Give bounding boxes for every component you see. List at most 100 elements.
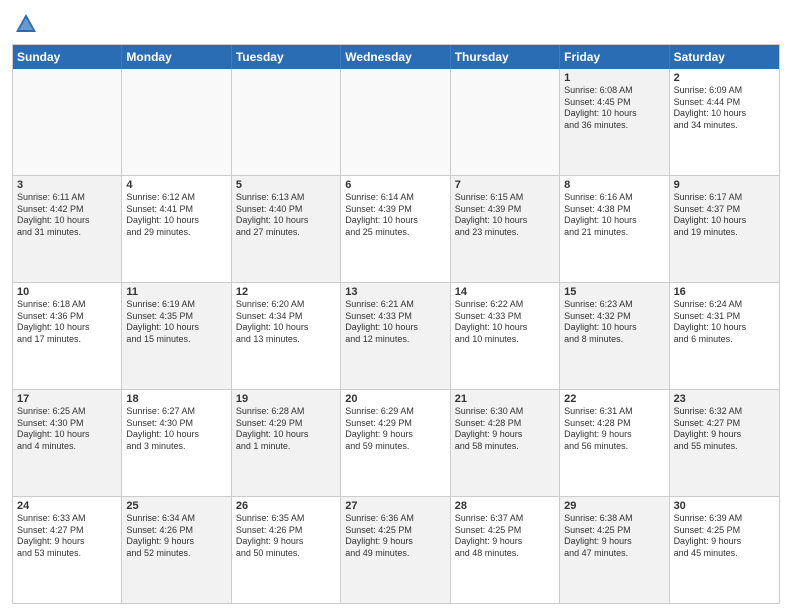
day-number: 30 — [674, 500, 775, 512]
calendar-header-cell: Friday — [560, 45, 669, 69]
day-info: Sunrise: 6:20 AM Sunset: 4:34 PM Dayligh… — [236, 299, 336, 346]
day-info: Sunrise: 6:36 AM Sunset: 4:25 PM Dayligh… — [345, 513, 445, 560]
calendar-header-cell: Tuesday — [232, 45, 341, 69]
calendar-cell: 17Sunrise: 6:25 AM Sunset: 4:30 PM Dayli… — [13, 390, 122, 496]
calendar-header-cell: Thursday — [451, 45, 560, 69]
day-info: Sunrise: 6:30 AM Sunset: 4:28 PM Dayligh… — [455, 406, 555, 453]
calendar-row: 17Sunrise: 6:25 AM Sunset: 4:30 PM Dayli… — [13, 389, 779, 496]
calendar-body: 1Sunrise: 6:08 AM Sunset: 4:45 PM Daylig… — [13, 69, 779, 603]
day-info: Sunrise: 6:16 AM Sunset: 4:38 PM Dayligh… — [564, 192, 664, 239]
day-info: Sunrise: 6:18 AM Sunset: 4:36 PM Dayligh… — [17, 299, 117, 346]
day-info: Sunrise: 6:39 AM Sunset: 4:25 PM Dayligh… — [674, 513, 775, 560]
calendar-cell — [13, 69, 122, 175]
calendar-cell: 13Sunrise: 6:21 AM Sunset: 4:33 PM Dayli… — [341, 283, 450, 389]
day-number: 3 — [17, 179, 117, 191]
day-number: 21 — [455, 393, 555, 405]
calendar-cell: 20Sunrise: 6:29 AM Sunset: 4:29 PM Dayli… — [341, 390, 450, 496]
day-info: Sunrise: 6:19 AM Sunset: 4:35 PM Dayligh… — [126, 299, 226, 346]
calendar: SundayMondayTuesdayWednesdayThursdayFrid… — [12, 44, 780, 604]
day-info: Sunrise: 6:08 AM Sunset: 4:45 PM Dayligh… — [564, 85, 664, 132]
calendar-cell: 25Sunrise: 6:34 AM Sunset: 4:26 PM Dayli… — [122, 497, 231, 603]
calendar-cell: 19Sunrise: 6:28 AM Sunset: 4:29 PM Dayli… — [232, 390, 341, 496]
calendar-row: 24Sunrise: 6:33 AM Sunset: 4:27 PM Dayli… — [13, 496, 779, 603]
day-info: Sunrise: 6:24 AM Sunset: 4:31 PM Dayligh… — [674, 299, 775, 346]
calendar-cell — [451, 69, 560, 175]
day-number: 26 — [236, 500, 336, 512]
day-info: Sunrise: 6:33 AM Sunset: 4:27 PM Dayligh… — [17, 513, 117, 560]
day-number: 2 — [674, 72, 775, 84]
day-number: 27 — [345, 500, 445, 512]
day-number: 8 — [564, 179, 664, 191]
calendar-cell: 11Sunrise: 6:19 AM Sunset: 4:35 PM Dayli… — [122, 283, 231, 389]
day-info: Sunrise: 6:22 AM Sunset: 4:33 PM Dayligh… — [455, 299, 555, 346]
day-number: 13 — [345, 286, 445, 298]
day-number: 14 — [455, 286, 555, 298]
day-info: Sunrise: 6:27 AM Sunset: 4:30 PM Dayligh… — [126, 406, 226, 453]
calendar-cell: 9Sunrise: 6:17 AM Sunset: 4:37 PM Daylig… — [670, 176, 779, 282]
day-info: Sunrise: 6:09 AM Sunset: 4:44 PM Dayligh… — [674, 85, 775, 132]
calendar-cell — [341, 69, 450, 175]
calendar-header: SundayMondayTuesdayWednesdayThursdayFrid… — [13, 45, 779, 69]
day-number: 7 — [455, 179, 555, 191]
calendar-cell: 23Sunrise: 6:32 AM Sunset: 4:27 PM Dayli… — [670, 390, 779, 496]
day-number: 20 — [345, 393, 445, 405]
calendar-header-cell: Wednesday — [341, 45, 450, 69]
calendar-cell: 1Sunrise: 6:08 AM Sunset: 4:45 PM Daylig… — [560, 69, 669, 175]
calendar-cell: 10Sunrise: 6:18 AM Sunset: 4:36 PM Dayli… — [13, 283, 122, 389]
page: SundayMondayTuesdayWednesdayThursdayFrid… — [0, 0, 792, 612]
calendar-cell: 7Sunrise: 6:15 AM Sunset: 4:39 PM Daylig… — [451, 176, 560, 282]
calendar-cell: 16Sunrise: 6:24 AM Sunset: 4:31 PM Dayli… — [670, 283, 779, 389]
logo-icon — [12, 10, 40, 38]
day-info: Sunrise: 6:32 AM Sunset: 4:27 PM Dayligh… — [674, 406, 775, 453]
calendar-cell: 21Sunrise: 6:30 AM Sunset: 4:28 PM Dayli… — [451, 390, 560, 496]
calendar-cell: 2Sunrise: 6:09 AM Sunset: 4:44 PM Daylig… — [670, 69, 779, 175]
day-info: Sunrise: 6:15 AM Sunset: 4:39 PM Dayligh… — [455, 192, 555, 239]
calendar-cell — [122, 69, 231, 175]
calendar-cell: 15Sunrise: 6:23 AM Sunset: 4:32 PM Dayli… — [560, 283, 669, 389]
calendar-cell: 24Sunrise: 6:33 AM Sunset: 4:27 PM Dayli… — [13, 497, 122, 603]
calendar-cell: 28Sunrise: 6:37 AM Sunset: 4:25 PM Dayli… — [451, 497, 560, 603]
day-number: 1 — [564, 72, 664, 84]
calendar-cell: 4Sunrise: 6:12 AM Sunset: 4:41 PM Daylig… — [122, 176, 231, 282]
day-number: 28 — [455, 500, 555, 512]
day-number: 15 — [564, 286, 664, 298]
day-info: Sunrise: 6:23 AM Sunset: 4:32 PM Dayligh… — [564, 299, 664, 346]
day-number: 25 — [126, 500, 226, 512]
day-info: Sunrise: 6:17 AM Sunset: 4:37 PM Dayligh… — [674, 192, 775, 239]
day-number: 16 — [674, 286, 775, 298]
calendar-cell: 29Sunrise: 6:38 AM Sunset: 4:25 PM Dayli… — [560, 497, 669, 603]
calendar-cell: 12Sunrise: 6:20 AM Sunset: 4:34 PM Dayli… — [232, 283, 341, 389]
day-number: 29 — [564, 500, 664, 512]
calendar-cell: 18Sunrise: 6:27 AM Sunset: 4:30 PM Dayli… — [122, 390, 231, 496]
day-number: 19 — [236, 393, 336, 405]
calendar-cell: 30Sunrise: 6:39 AM Sunset: 4:25 PM Dayli… — [670, 497, 779, 603]
calendar-cell — [232, 69, 341, 175]
day-number: 11 — [126, 286, 226, 298]
calendar-row: 3Sunrise: 6:11 AM Sunset: 4:42 PM Daylig… — [13, 175, 779, 282]
day-number: 12 — [236, 286, 336, 298]
day-number: 10 — [17, 286, 117, 298]
calendar-row: 10Sunrise: 6:18 AM Sunset: 4:36 PM Dayli… — [13, 282, 779, 389]
calendar-cell: 26Sunrise: 6:35 AM Sunset: 4:26 PM Dayli… — [232, 497, 341, 603]
day-info: Sunrise: 6:29 AM Sunset: 4:29 PM Dayligh… — [345, 406, 445, 453]
calendar-cell: 22Sunrise: 6:31 AM Sunset: 4:28 PM Dayli… — [560, 390, 669, 496]
day-info: Sunrise: 6:14 AM Sunset: 4:39 PM Dayligh… — [345, 192, 445, 239]
calendar-cell: 3Sunrise: 6:11 AM Sunset: 4:42 PM Daylig… — [13, 176, 122, 282]
calendar-header-cell: Monday — [122, 45, 231, 69]
day-info: Sunrise: 6:12 AM Sunset: 4:41 PM Dayligh… — [126, 192, 226, 239]
day-info: Sunrise: 6:31 AM Sunset: 4:28 PM Dayligh… — [564, 406, 664, 453]
day-info: Sunrise: 6:34 AM Sunset: 4:26 PM Dayligh… — [126, 513, 226, 560]
day-number: 17 — [17, 393, 117, 405]
day-number: 9 — [674, 179, 775, 191]
calendar-header-cell: Sunday — [13, 45, 122, 69]
day-number: 4 — [126, 179, 226, 191]
day-info: Sunrise: 6:11 AM Sunset: 4:42 PM Dayligh… — [17, 192, 117, 239]
day-info: Sunrise: 6:38 AM Sunset: 4:25 PM Dayligh… — [564, 513, 664, 560]
day-info: Sunrise: 6:13 AM Sunset: 4:40 PM Dayligh… — [236, 192, 336, 239]
header — [12, 10, 780, 38]
day-number: 22 — [564, 393, 664, 405]
day-number: 23 — [674, 393, 775, 405]
day-number: 24 — [17, 500, 117, 512]
calendar-cell: 8Sunrise: 6:16 AM Sunset: 4:38 PM Daylig… — [560, 176, 669, 282]
calendar-cell: 6Sunrise: 6:14 AM Sunset: 4:39 PM Daylig… — [341, 176, 450, 282]
